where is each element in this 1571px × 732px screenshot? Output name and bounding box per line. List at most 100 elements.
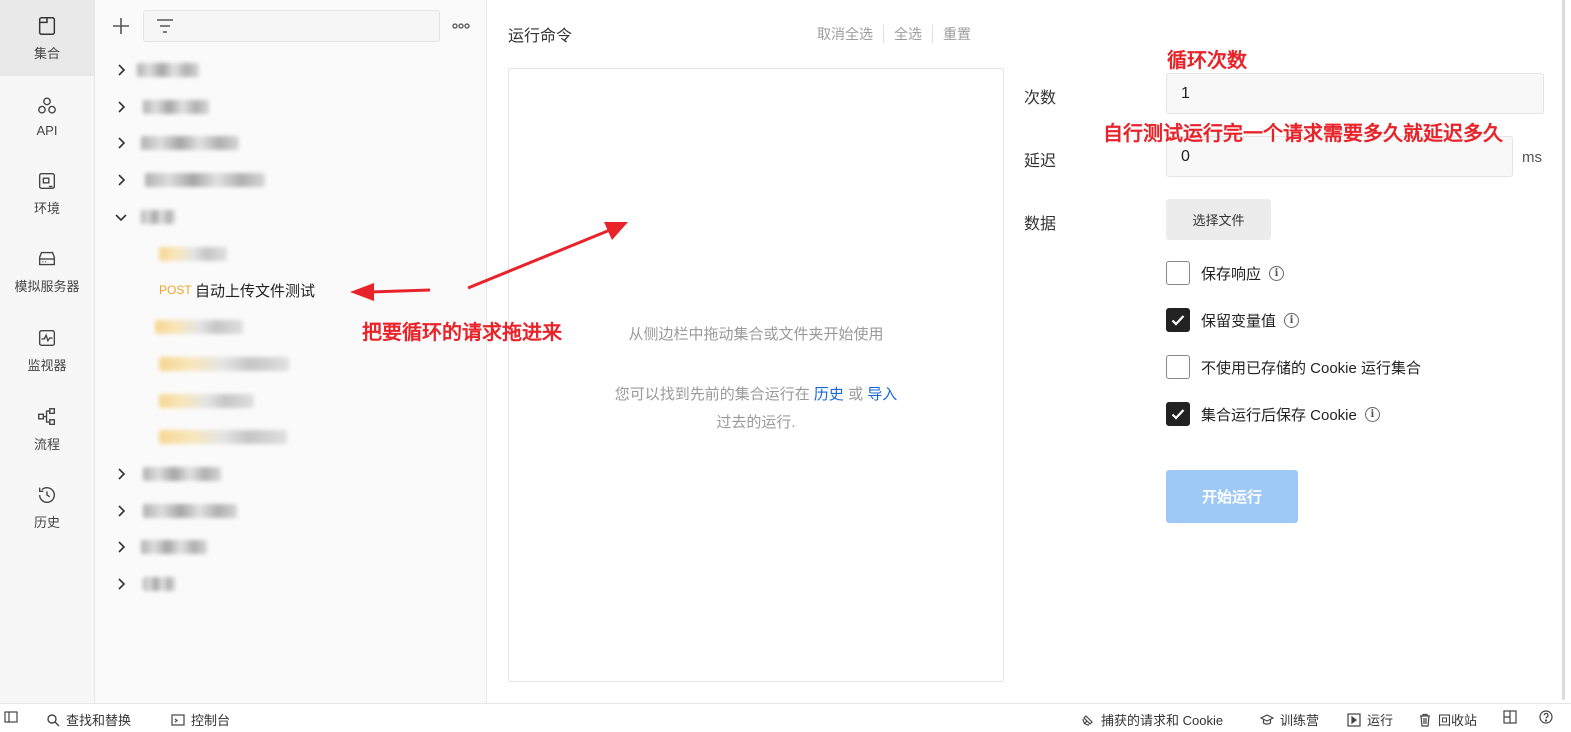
blurred-collection-name	[141, 540, 207, 554]
left-rail: 集合 API 环境 模拟服务器 监视器 流程 历史	[0, 0, 95, 703]
reset-link[interactable]: 重置	[943, 24, 971, 44]
history-link[interactable]: 历史	[814, 386, 844, 403]
find-replace-button[interactable]: 查找和替换	[46, 710, 131, 729]
rail-label: 环境	[33, 200, 60, 216]
history-hint-prefix: 您可以找到先前的集合运行在	[614, 386, 810, 403]
console-button[interactable]: 控制台	[171, 710, 230, 729]
option-label: 保存响应	[1201, 265, 1262, 283]
help-button[interactable]	[1539, 710, 1553, 724]
filter-input[interactable]	[143, 10, 440, 42]
bootcamp-label: 训练营	[1280, 713, 1320, 728]
info-icon[interactable]: i	[1269, 265, 1285, 281]
run-order-actions: 取消全选 全选 重置	[817, 24, 971, 44]
collection-row[interactable]	[95, 456, 486, 492]
option-no-stored-cookies: 不使用已存储的 Cookie 运行集合	[1166, 355, 1421, 379]
request-row[interactable]	[95, 346, 486, 382]
option-save-cookies: 集合运行后保存 Cookie i	[1166, 402, 1380, 426]
scrollbar[interactable]	[1562, 0, 1565, 700]
ellipsis-icon	[452, 23, 470, 29]
option-label: 不使用已存储的 Cookie 运行集合	[1201, 359, 1422, 377]
trash-icon	[1420, 713, 1430, 727]
toggle-sidebar-button[interactable]	[4, 710, 18, 724]
trash-button[interactable]: 回收站	[1418, 710, 1477, 729]
plus-icon	[113, 18, 129, 34]
request-name: 自动上传文件测试	[195, 282, 316, 300]
info-icon[interactable]: i	[1364, 406, 1380, 422]
request-row[interactable]	[95, 383, 486, 419]
blurred-collection-name	[143, 504, 237, 518]
run-order-drop-zone[interactable]: 从侧边栏中拖动集合或文件夹开始使用 您可以找到先前的集合运行在 历史 或 导入 …	[508, 68, 1004, 682]
bootcamp-button[interactable]: 训练营	[1260, 710, 1319, 729]
blurred-collection-name	[143, 100, 209, 114]
rail-item-environment[interactable]: 环境	[0, 155, 94, 231]
sidebar-toggle-icon	[4, 711, 18, 723]
collection-row[interactable]	[95, 89, 486, 125]
rail-label: API	[36, 122, 58, 138]
filter-icon	[157, 19, 173, 33]
request-row-upload-test[interactable]: POST 自动上传文件测试	[95, 272, 486, 308]
blurred-collection-name	[143, 577, 175, 591]
empty-hint: 从侧边栏中拖动集合或文件夹开始使用	[628, 326, 884, 343]
capture-button[interactable]: 捕获的请求和 Cookie	[1081, 710, 1223, 729]
start-run-button[interactable]: 开始运行	[1166, 470, 1298, 523]
divider	[883, 25, 884, 43]
collection-icon	[38, 16, 56, 35]
select-all-link[interactable]: 全选	[894, 24, 922, 44]
option-label: 集合运行后保存 Cookie	[1201, 406, 1357, 424]
blurred-request-name	[159, 247, 227, 261]
blurred-collection-name	[145, 173, 265, 187]
runner-button[interactable]: 运行	[1347, 710, 1393, 729]
satellite-icon	[1082, 714, 1093, 726]
search-icon	[47, 713, 60, 726]
collection-row[interactable]	[95, 52, 486, 88]
info-icon[interactable]: i	[1284, 312, 1300, 328]
save-cookies-checkbox[interactable]	[1166, 402, 1190, 426]
chevron-down-icon	[115, 214, 127, 222]
collection-row[interactable]	[95, 162, 486, 198]
blurred-collection-name	[137, 63, 199, 77]
more-options-button[interactable]	[449, 14, 473, 38]
annotation-delay-note: 自行测试运行完一个请求需要多久就延迟多久	[1103, 123, 1503, 145]
method-badge: POST	[159, 283, 192, 297]
import-link[interactable]: 导入	[867, 386, 897, 403]
history-icon	[38, 486, 55, 503]
collection-row[interactable]	[95, 566, 486, 602]
monitor-icon	[38, 329, 56, 346]
rail-item-api[interactable]: API	[0, 78, 94, 154]
runner-label: 运行	[1367, 713, 1394, 728]
request-row[interactable]	[95, 419, 486, 455]
chevron-right-icon	[118, 137, 126, 149]
collection-row-expanded[interactable]	[95, 199, 486, 235]
check-icon	[1171, 315, 1185, 326]
rail-item-monitor[interactable]: 监视器	[0, 312, 94, 388]
new-collection-button[interactable]	[107, 12, 135, 40]
annotation-loop-count: 循环次数	[1167, 50, 1247, 72]
rail-item-history[interactable]: 历史	[0, 469, 94, 545]
no-stored-cookies-checkbox[interactable]	[1166, 355, 1190, 379]
chevron-right-icon	[118, 101, 126, 113]
choose-file-button[interactable]: 选择文件	[1166, 199, 1271, 240]
rail-item-collections[interactable]: 集合	[0, 0, 94, 76]
delay-value: 0	[1181, 147, 1190, 165]
chevron-right-icon	[118, 505, 126, 517]
two-pane-icon	[1503, 710, 1517, 724]
blurred-request-name	[159, 430, 287, 444]
delay-unit: ms	[1522, 149, 1542, 166]
deselect-all-link[interactable]: 取消全选	[817, 24, 873, 44]
layout-toggle-button[interactable]	[1503, 710, 1517, 724]
option-save-responses: 保存响应 i	[1166, 261, 1285, 285]
play-icon	[1347, 712, 1361, 727]
runner-panel: 运行命令 取消全选 全选 重置 从侧边栏中拖动集合或文件夹开始使用 您可以找到先…	[487, 0, 1571, 703]
rail-item-flow[interactable]: 流程	[0, 391, 94, 467]
collection-row[interactable]	[95, 529, 486, 565]
flow-icon	[38, 407, 56, 425]
help-icon	[1539, 710, 1553, 724]
collection-row[interactable]	[95, 493, 486, 529]
rail-item-mock-server[interactable]: 模拟服务器	[0, 233, 94, 309]
save-responses-checkbox[interactable]	[1166, 261, 1190, 285]
status-bar: 查找和替换 控制台 捕获的请求和 Cookie 训练营 运行 回收站	[0, 703, 1571, 732]
collection-row[interactable]	[95, 125, 486, 161]
request-row[interactable]	[95, 236, 486, 272]
persist-variables-checkbox[interactable]	[1166, 308, 1190, 332]
iterations-input[interactable]: 1	[1166, 73, 1544, 114]
